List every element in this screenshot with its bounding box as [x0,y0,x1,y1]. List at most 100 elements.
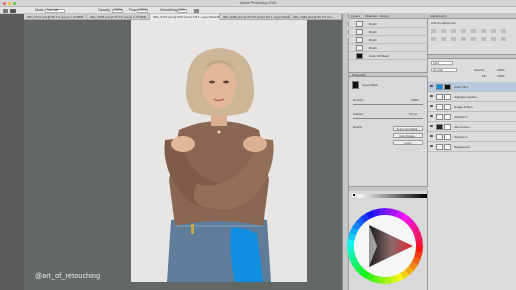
layer-thumbnail [436,113,443,120]
layer-mask-thumbnail[interactable] [444,133,451,140]
adjustment-preset-icon[interactable] [441,37,446,41]
layers-header [428,54,516,59]
hue-segment[interactable] [384,276,392,284]
flow-value: 100% [138,8,147,12]
hue-segment[interactable] [378,208,386,216]
layer-thumbnail [436,123,443,130]
color-wheel[interactable] [343,192,432,290]
history-thumb [356,29,363,35]
adjustment-preset-icon[interactable] [501,37,506,41]
layer-name: Shadow 2 [454,135,468,139]
history-row[interactable]: Brush [349,44,428,52]
history-row[interactable]: Brush [349,28,428,36]
jeans-rivet [191,224,194,234]
properties-title: Layer Mask [362,83,378,87]
properties-header: Properties [349,72,428,77]
layer-row[interactable]: Dodge & Burn [428,102,516,112]
adjustment-preset-icon[interactable] [441,29,446,33]
brush-settings-icon[interactable] [343,26,349,30]
smoothing-label: Smoothing: [160,8,178,12]
visibility-eye-icon[interactable] [430,95,433,97]
feather-label: Feather: [353,112,365,116]
layer-row[interactable]: Color Fill 1 [428,82,516,92]
photo-canvas[interactable] [131,20,307,282]
color-panel-header [349,186,428,191]
layer-mask-thumbnail[interactable] [444,93,451,100]
layer-row[interactable]: Skin texture [428,122,516,132]
adjustment-preset-icon[interactable] [451,29,456,33]
tab-adjustments[interactable]: Adjustments [430,14,447,19]
layer-row[interactable]: Shadow 1 [428,112,516,122]
opacity-value: 100% [113,8,122,12]
history-icon[interactable] [343,18,349,22]
color-range-button[interactable]: Color Range... [393,133,423,138]
history-row[interactable]: Brush [349,36,428,44]
density-slider[interactable] [353,104,423,105]
layer-mask-thumbnail[interactable] [444,143,451,150]
history-row-label: Color Fill Mask [369,54,389,58]
canvas-area[interactable]: @art_of_retouching [24,20,342,290]
home-icon[interactable] [3,8,8,13]
tab-channels[interactable]: Channels [365,14,378,19]
mode-value: Normal [47,8,59,12]
history-row-label: Brush [369,22,377,26]
fill-value[interactable]: 100% [497,74,505,78]
adjustment-preset-icon[interactable] [471,37,476,41]
feather-value[interactable]: 0.0 px [409,112,417,116]
layer-name: Highlight solution [454,95,477,99]
adjustment-preset-icon[interactable] [491,29,496,33]
adjustment-preset-icon[interactable] [431,37,436,41]
color-wheel-panel[interactable] [343,192,432,290]
layer-thumbnail [436,143,443,150]
fill-label: Fill: [482,74,487,78]
tab-properties[interactable]: Properties [352,73,366,78]
history-row-label: Brush [369,38,377,42]
adjustment-preset-icon[interactable] [461,29,466,33]
layer-thumbnail [436,83,443,90]
adjustment-preset-icon[interactable] [491,37,496,41]
layer-row[interactable]: Background [428,142,516,152]
visibility-eye-icon[interactable] [430,115,433,117]
visibility-eye-icon[interactable] [430,125,433,127]
layer-mask-thumbnail[interactable] [444,83,451,90]
watermark-text: @art_of_retouching [35,273,101,280]
history-row-label: Brush [369,30,377,34]
adjustment-preset-icon[interactable] [481,37,486,41]
select-and-mask-button[interactable]: Select and Mask... [393,126,423,131]
adjustment-preset-icon[interactable] [481,29,486,33]
adjustment-preset-icon[interactable] [471,29,476,33]
photoshop-window: Adobe Photoshop 2019 Mode: Normal Opacit… [0,0,516,290]
visibility-eye-icon[interactable] [430,135,433,137]
brush-preset-icon[interactable] [10,8,16,13]
hue-segment[interactable] [415,239,423,247]
adjustment-preset-icon[interactable] [461,37,466,41]
density-value[interactable]: 100% [411,98,419,102]
history-row[interactable]: Brush [349,20,428,28]
layer-mask-thumbnail[interactable] [444,113,451,120]
tab-layers-mini[interactable]: Layers [351,14,360,19]
info-icon[interactable] [343,34,349,38]
visibility-eye-icon[interactable] [430,105,433,107]
adjustment-preset-icon[interactable] [501,29,506,33]
history-row[interactable]: Color Fill Mask [349,52,428,60]
layer-name: Color Fill 1 [454,85,469,89]
layer-row[interactable]: Highlight solution [428,92,516,102]
adjustment-preset-icon[interactable] [451,37,456,41]
symmetry-icon[interactable] [194,8,199,13]
layer-mask-thumbnail[interactable] [444,103,451,110]
layer-thumbnail [436,133,443,140]
layer-opacity-value[interactable]: 100% [497,68,505,72]
invert-button[interactable]: Invert [393,140,423,145]
tab-history[interactable]: History [380,14,389,19]
visibility-eye-icon[interactable] [430,145,433,147]
layer-opacity-label: Opacity: [474,68,486,72]
layer-row[interactable]: Shadow 2 [428,132,516,142]
visibility-eye-icon[interactable] [430,85,433,87]
layer-name: Dodge & Burn [454,105,473,109]
mode-label: Mode: [35,8,45,12]
adjustment-preset-icon[interactable] [431,29,436,33]
density-label: Density: [353,98,364,102]
hue-segment[interactable] [347,245,355,253]
layer-mask-thumbnail[interactable] [444,123,451,130]
feather-slider[interactable] [353,118,423,119]
